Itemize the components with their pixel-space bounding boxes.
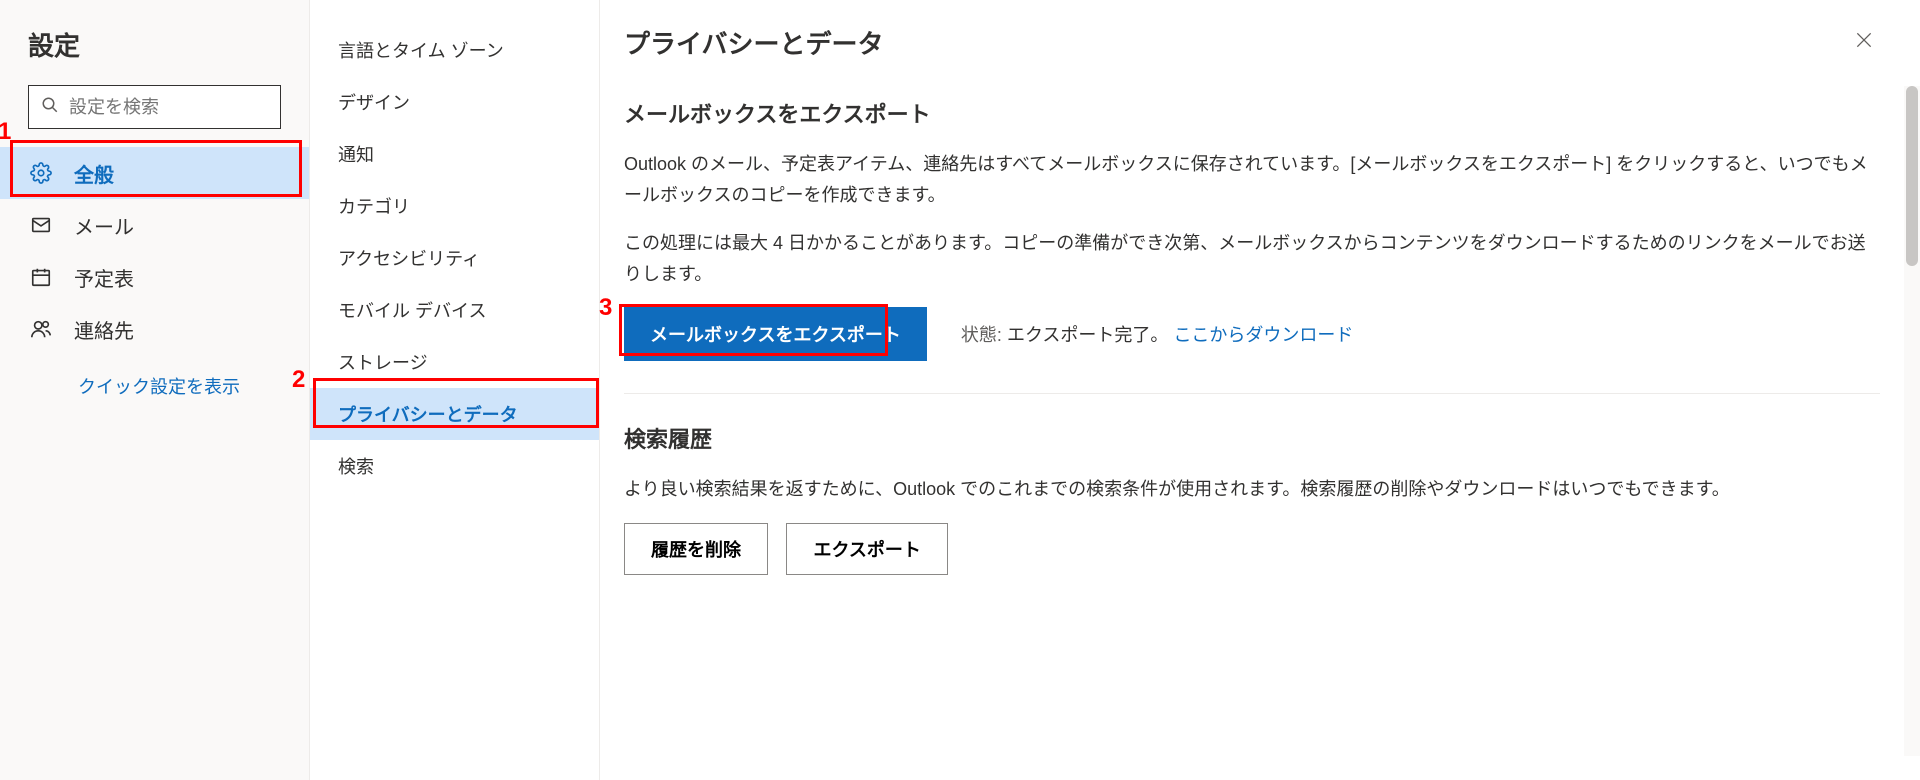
settings-subnav: 言語とタイム ゾーン デザイン 通知 カテゴリ アクセシビリティ モバイル デバ… (310, 0, 600, 780)
history-description: より良い検索結果を返すために、Outlook でのこれまでの検索条件が使用されま… (624, 474, 1880, 505)
nav-item-people[interactable]: 連絡先 (0, 303, 309, 355)
export-status-value: エクスポート完了。 (1007, 325, 1168, 345)
scrollbar-thumb[interactable] (1906, 86, 1918, 266)
nav-item-label: 連絡先 (74, 315, 134, 344)
annotation-number-1: 1 (0, 118, 11, 146)
nav-item-label: 予定表 (74, 263, 134, 292)
subnav-label: 通知 (338, 141, 374, 167)
subnav-label: プライバシーとデータ (338, 401, 518, 427)
subnav-mobile[interactable]: モバイル デバイス (310, 284, 599, 336)
page-title: プライバシーとデータ (624, 24, 883, 61)
settings-search[interactable] (28, 85, 281, 129)
subnav-notifications[interactable]: 通知 (310, 128, 599, 180)
subnav-storage[interactable]: ストレージ (310, 336, 599, 388)
subnav-label: ストレージ (338, 349, 428, 375)
subnav-label: デザイン (338, 89, 410, 115)
nav-item-mail[interactable]: メール (0, 199, 309, 251)
subnav-language[interactable]: 言語とタイム ゾーン (310, 24, 599, 76)
settings-nav: 全般 メール 予定表 連絡先 (0, 147, 309, 355)
gear-icon (28, 162, 54, 184)
settings-search-input[interactable] (69, 97, 301, 118)
export-description-1: Outlook のメール、予定表アイテム、連絡先はすべてメールボックスに保存され… (624, 149, 1880, 210)
delete-history-button[interactable]: 履歴を削除 (624, 523, 768, 575)
scrollbar[interactable] (1904, 86, 1920, 756)
annotation-number-3: 3 (599, 294, 612, 322)
nav-item-calendar[interactable]: 予定表 (0, 251, 309, 303)
nav-item-label: メール (74, 211, 134, 240)
settings-sidebar: 設定 全般 メール 予定表 連絡 (0, 0, 310, 780)
search-history-section: 検索履歴 より良い検索結果を返すために、Outlook でのこれまでの検索条件が… (624, 422, 1880, 575)
section-divider (624, 393, 1880, 394)
main-header: プライバシーとデータ (624, 24, 1880, 61)
settings-title: 設定 (0, 18, 309, 85)
people-icon (28, 318, 54, 340)
nav-item-general[interactable]: 全般 (0, 147, 309, 199)
export-history-button[interactable]: エクスポート (786, 523, 947, 575)
subnav-label: アクセシビリティ (338, 245, 480, 271)
subnav-privacy[interactable]: プライバシーとデータ (310, 388, 599, 440)
subnav-label: カテゴリ (338, 193, 410, 219)
subnav-search[interactable]: 検索 (310, 440, 599, 492)
nav-item-label: 全般 (74, 159, 114, 188)
export-mailbox-section: メールボックスをエクスポート Outlook のメール、予定表アイテム、連絡先は… (624, 97, 1880, 361)
export-mailbox-button[interactable]: メールボックスをエクスポート (624, 307, 927, 361)
subnav-accessibility[interactable]: アクセシビリティ (310, 232, 599, 284)
calendar-icon (28, 266, 54, 288)
export-description-2: この処理には最大 4 日かかることがあります。コピーの準備ができ次第、メールボッ… (624, 228, 1880, 289)
settings-main-panel: プライバシーとデータ メールボックスをエクスポート Outlook のメール、予… (600, 0, 1920, 780)
export-status-label: 状態: (961, 325, 1002, 345)
close-icon[interactable] (1848, 24, 1880, 61)
history-heading: 検索履歴 (624, 422, 1880, 454)
export-action-row: メールボックスをエクスポート 状態: エクスポート完了。 ここからダウンロード (624, 307, 1880, 361)
subnav-label: モバイル デバイス (338, 297, 486, 323)
mail-icon (28, 214, 54, 236)
search-icon (41, 96, 59, 119)
export-heading: メールボックスをエクスポート (624, 97, 1880, 129)
annotation-number-2: 2 (292, 366, 305, 394)
quick-settings-link[interactable]: クイック設定を表示 (0, 355, 309, 399)
history-action-row: 履歴を削除 エクスポート (624, 523, 1880, 575)
download-link[interactable]: ここからダウンロード (1173, 325, 1353, 345)
subnav-label: 言語とタイム ゾーン (338, 37, 504, 63)
export-status: 状態: エクスポート完了。 ここからダウンロード (961, 321, 1354, 347)
subnav-categories[interactable]: カテゴリ (310, 180, 599, 232)
subnav-label: 検索 (338, 453, 374, 479)
subnav-design[interactable]: デザイン (310, 76, 599, 128)
